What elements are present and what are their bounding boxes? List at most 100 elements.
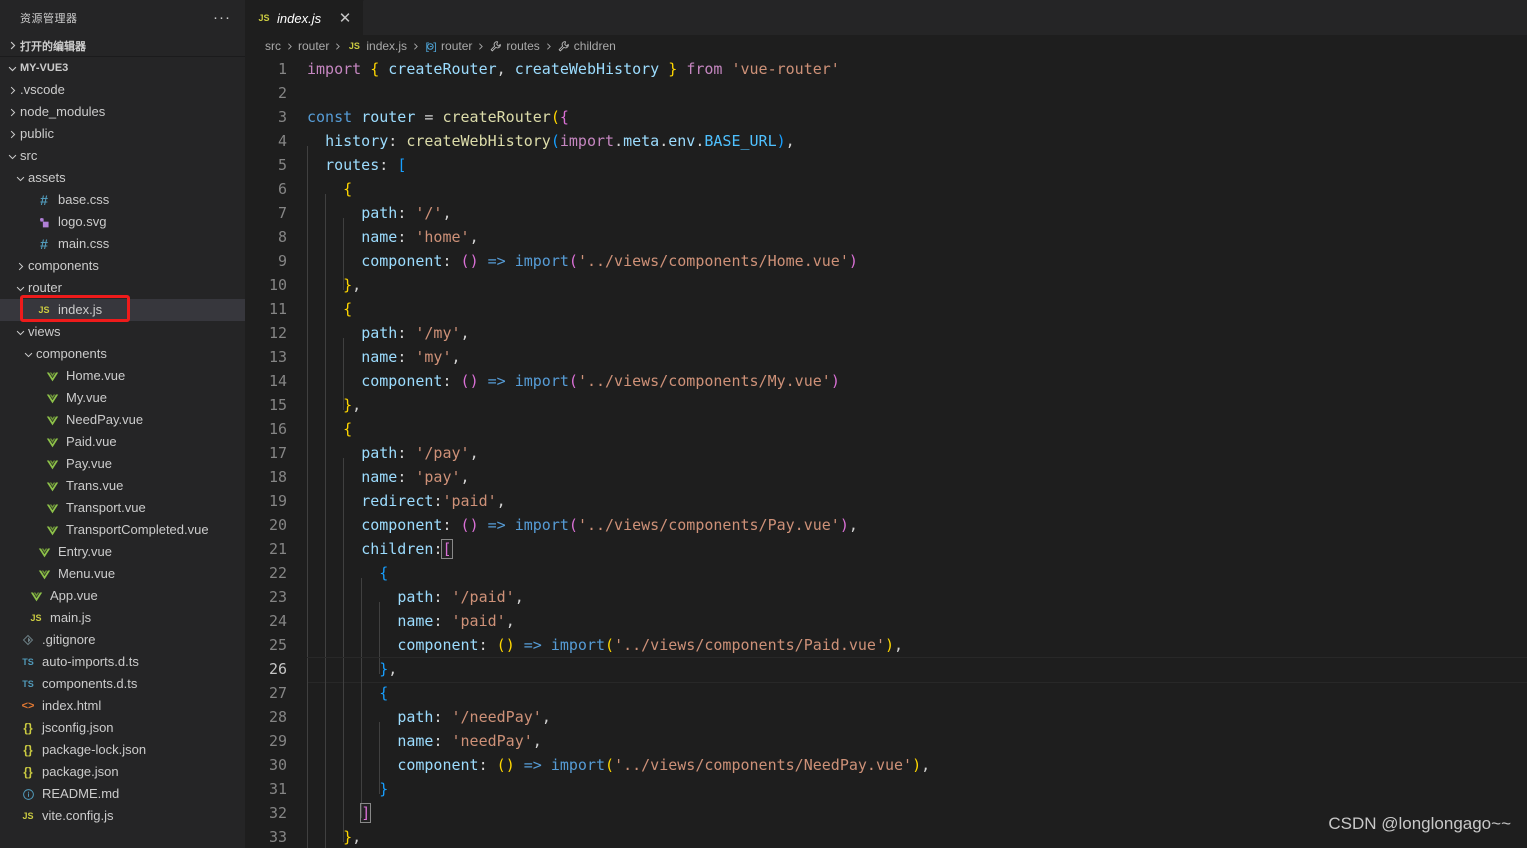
js-file-icon: JS [348,41,360,51]
tree-file-row[interactable]: TS auto-imports.d.ts [0,651,245,673]
close-icon[interactable]: ✕ [335,8,355,28]
line-number: 7 [277,204,287,222]
code-line[interactable]: 29 name: 'needPay', [245,729,1527,770]
code-line[interactable]: 28 path: '/needPay', [245,705,1527,746]
code-line[interactable]: 8 name: 'home', [245,225,1527,266]
tree-file-row[interactable]: Entry.vue [0,541,245,563]
tree-file-row[interactable]: # main.css [0,233,245,255]
json-file-icon: {} [23,743,33,757]
tree-file-row[interactable]: TransportCompleted.vue [0,519,245,541]
tree-file-row[interactable]: App.vue [0,585,245,607]
line-number: 6 [277,180,287,198]
chevron-down-icon [12,324,28,340]
code-line[interactable]: 23 path: '/paid', [245,585,1527,626]
code-line[interactable]: 7 path: '/', [245,201,1527,242]
tree-file-row[interactable]: logo.svg [0,211,245,233]
more-actions-icon[interactable]: ··· [207,10,237,25]
code-line[interactable]: 3 const router = createRouter({ [245,105,1527,129]
tree-file-row[interactable]: {} jsconfig.json [0,717,245,739]
tree-folder-row[interactable]: router [0,277,245,299]
tree-folder-row[interactable]: src [0,145,245,167]
code-line[interactable]: 13 name: 'my', [245,345,1527,386]
tree-item-label: Pay.vue [66,456,113,471]
code-line[interactable]: 26 }, [245,657,1527,698]
code-line[interactable]: 16 { [245,417,1527,458]
tree-folder-row[interactable]: node_modules [0,101,245,123]
code-line[interactable]: 10 }, [245,273,1527,314]
vue-file-icon [44,500,60,516]
breadcrumb-item-routes[interactable]: routes [489,35,540,57]
code-line[interactable]: 30 component: () => import('../views/com… [245,753,1527,794]
code-text: name: 'paid', [307,609,1527,650]
code-line[interactable]: 14 component: () => import('../views/com… [245,369,1527,410]
section-project-root[interactable]: MY-VUE3 [0,57,245,79]
breadcrumb-item-label: index.js [366,39,408,53]
code-line[interactable]: 11 { [245,297,1527,338]
tree-file-row[interactable]: .gitignore [0,629,245,651]
breadcrumb-item-router[interactable]: router [298,35,329,57]
breadcrumb-item-src[interactable]: src [265,35,281,57]
tree-folder-row[interactable]: .vscode [0,79,245,101]
tree-file-row[interactable]: <> index.html [0,695,245,717]
breadcrumb-item-index-js[interactable]: JS index.js [346,35,407,57]
tree-file-row[interactable]: JS vite.config.js [0,805,245,827]
vue-file-icon [44,390,60,406]
tree-file-row[interactable]: Pay.vue [0,453,245,475]
code-line[interactable]: 31 } [245,777,1527,818]
code-line[interactable]: 21 children:[ [245,537,1527,578]
code-line[interactable]: 1 import { createRouter, createWebHistory… [245,57,1527,81]
tree-file-row[interactable]: Paid.vue [0,431,245,453]
code-line[interactable]: 19 redirect:'paid', [245,489,1527,530]
tree-file-row[interactable]: JS main.js [0,607,245,629]
tree-folder-row[interactable]: components [0,255,245,277]
tree-file-row[interactable]: Home.vue [0,365,245,387]
breadcrumb-item-children[interactable]: children [557,35,616,57]
tab-index-js[interactable]: JS index.js ✕ [245,0,365,35]
tree-file-row[interactable]: Menu.vue [0,563,245,585]
breadcrumb-item-router[interactable]: [] router [424,35,472,57]
code-line[interactable]: 2 [245,81,1527,105]
tree-file-row[interactable]: {} package.json [0,761,245,783]
tree-file-row[interactable]: Transport.vue [0,497,245,519]
code-line[interactable]: 25 component: () => import('../views/com… [245,633,1527,674]
tree-folder-row[interactable]: public [0,123,245,145]
tree-folder-row[interactable]: views [0,321,245,343]
tree-file-row[interactable]: TS components.d.ts [0,673,245,695]
ts-file-icon: TS [22,657,34,667]
tree-file-row[interactable]: JS index.js [0,299,245,321]
tree-item-label: Home.vue [66,368,126,383]
tree-file-row[interactable]: Trans.vue [0,475,245,497]
code-editor[interactable]: 1 import { createRouter, createWebHistory… [245,57,1527,848]
code-text: name: 'pay', [307,465,1527,506]
code-line[interactable]: 24 name: 'paid', [245,609,1527,650]
code-text: name: 'my', [307,345,1527,386]
code-line[interactable]: 18 name: 'pay', [245,465,1527,506]
code-line[interactable]: 17 path: '/pay', [245,441,1527,482]
code-line[interactable]: 4 history: createWebHistory(import.meta.… [245,129,1527,170]
code-line[interactable]: 33 }, [245,825,1527,848]
tree-file-row[interactable]: {} package-lock.json [0,739,245,761]
tree-file-row[interactable]: README.md [0,783,245,805]
code-line[interactable]: 15 }, [245,393,1527,434]
js-file-icon: JS [38,305,50,315]
code-line[interactable]: 27 { [245,681,1527,722]
tree-file-row[interactable]: My.vue [0,387,245,409]
tree-folder-row[interactable]: assets [0,167,245,189]
code-line[interactable]: 20 component: () => import('../views/com… [245,513,1527,554]
code-line[interactable]: 5 routes: [ [245,153,1527,194]
code-line[interactable]: 9 component: () => import('../views/comp… [245,249,1527,290]
code-line[interactable]: 22 { [245,561,1527,602]
ts-file-icon: TS [22,679,34,689]
tree-folder-row[interactable]: components [0,343,245,365]
breadcrumb-item-label: router [441,39,473,53]
code-line[interactable]: 32 ] [245,801,1527,842]
code-line[interactable]: 6 { [245,177,1527,218]
code-line[interactable]: 12 path: '/my', [245,321,1527,362]
tree-file-row[interactable]: # base.css [0,189,245,211]
code-text: routes: [ [307,153,1527,194]
section-open-editors[interactable]: 打开的编辑器 [0,35,245,57]
tree-file-row[interactable]: NeedPay.vue [0,409,245,431]
tree-item-label: auto-imports.d.ts [42,654,139,669]
